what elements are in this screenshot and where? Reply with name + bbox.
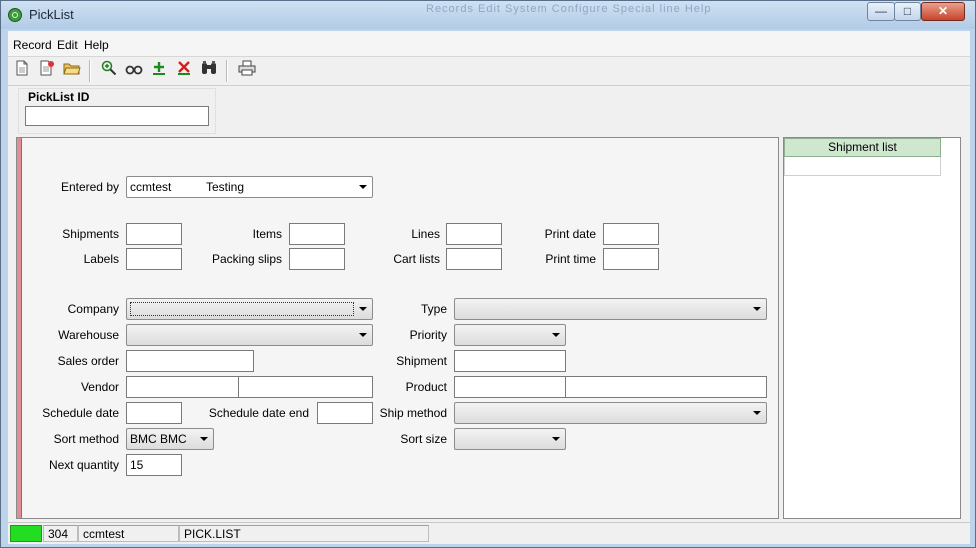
minimize-button[interactable]: — <box>867 2 895 21</box>
background-window-text: Records Edit System Configure Special li… <box>426 3 712 15</box>
picklist-id-label: PickList ID <box>26 90 92 104</box>
open-folder-icon[interactable] <box>61 60 83 82</box>
labels-label: Labels <box>83 252 119 266</box>
record-status-bar <box>17 138 22 518</box>
print-icon[interactable] <box>236 60 258 82</box>
sort-size-label: Sort size <box>400 432 447 446</box>
shipment-list-panel: Shipment list <box>783 137 961 519</box>
menu-bar: Record Edit Help <box>8 31 970 57</box>
entered-by-label: Entered by <box>60 180 119 194</box>
vendor-label: Vendor <box>80 380 119 394</box>
picklist-id-group: PickList ID <box>18 88 216 134</box>
items-field[interactable] <box>289 223 345 245</box>
type-select[interactable] <box>454 298 767 320</box>
add-plus-icon[interactable] <box>148 60 170 82</box>
zoom-in-icon[interactable] <box>98 60 120 82</box>
items-label: Items <box>252 227 282 241</box>
packing-slips-field[interactable] <box>289 248 345 270</box>
print-time-label: Print time <box>545 252 596 266</box>
status-indicator <box>10 525 42 542</box>
cart-lists-label: Cart lists <box>393 252 440 266</box>
entered-by-name: Testing <box>206 180 245 194</box>
product-field[interactable] <box>454 376 767 398</box>
ship-method-select[interactable] <box>454 402 767 424</box>
print-time-field[interactable] <box>603 248 659 270</box>
priority-label: Priority <box>409 328 447 342</box>
maximize-button[interactable]: □ <box>894 2 921 21</box>
product-label: Product <box>405 380 447 394</box>
vendor-field[interactable] <box>126 376 373 398</box>
client-area: Record Edit Help PickList ID Entered by … <box>8 31 970 544</box>
new-copy-icon[interactable] <box>36 60 58 82</box>
print-date-label: Print date <box>544 227 596 241</box>
focus-rectangle <box>130 302 354 316</box>
menu-edit[interactable]: Edit <box>57 38 78 52</box>
picklist-form-panel: Entered by ccmtest Testing Shipments Ite… <box>16 137 779 519</box>
toolbar <box>8 57 970 86</box>
type-label: Type <box>420 302 447 316</box>
field-divider <box>238 377 239 397</box>
shipment-list-row[interactable] <box>784 157 941 176</box>
schedule-date-field[interactable] <box>126 402 182 424</box>
window-title: PickList <box>29 7 74 22</box>
ship-method-label: Ship method <box>379 406 447 420</box>
lines-field[interactable] <box>446 223 502 245</box>
sales-order-label: Sales order <box>57 354 119 368</box>
cart-lists-field[interactable] <box>446 248 502 270</box>
next-quantity-field[interactable]: 15 <box>126 454 182 476</box>
find-binoculars-icon[interactable] <box>198 60 220 82</box>
picklist-id-input[interactable] <box>25 106 209 126</box>
chevron-down-icon <box>552 333 560 337</box>
chevron-down-icon <box>552 437 560 441</box>
view-glasses-icon[interactable] <box>123 60 145 82</box>
title-bar[interactable]: PickList Records Edit System Configure S… <box>1 1 975 29</box>
status-user: ccmtest <box>78 525 179 542</box>
entered-by-value: ccmtest <box>130 180 172 194</box>
chevron-down-icon <box>359 333 367 337</box>
status-program: PICK.LIST <box>179 525 429 542</box>
field-divider <box>565 377 566 397</box>
sort-method-value: BMC BMC <box>130 432 187 446</box>
shipment-list-header[interactable]: Shipment list <box>784 138 941 157</box>
company-select[interactable] <box>126 298 373 320</box>
sort-size-select[interactable] <box>454 428 566 450</box>
shipment-field[interactable] <box>454 350 566 372</box>
next-quantity-label: Next quantity <box>48 458 119 472</box>
shipments-label: Shipments <box>62 227 119 241</box>
chevron-down-icon <box>200 437 208 441</box>
warehouse-select[interactable] <box>126 324 373 346</box>
chevron-down-icon <box>359 185 367 189</box>
packing-slips-label: Packing slips <box>211 252 282 266</box>
chevron-down-icon <box>753 411 761 415</box>
picklist-window: PickList Records Edit System Configure S… <box>0 0 976 548</box>
delete-x-icon[interactable] <box>173 60 195 82</box>
sort-method-label: Sort method <box>53 432 119 446</box>
close-button[interactable]: ✕ <box>921 2 965 21</box>
status-count: 304 <box>43 525 78 542</box>
entered-by-select[interactable]: ccmtest Testing <box>126 176 373 198</box>
new-document-icon[interactable] <box>11 60 33 82</box>
sales-order-field[interactable] <box>126 350 254 372</box>
app-icon <box>8 8 22 22</box>
schedule-date-end-label: Schedule date end <box>208 406 309 420</box>
toolbar-separator <box>89 60 91 82</box>
shipments-field[interactable] <box>126 223 182 245</box>
lines-label: Lines <box>411 227 440 241</box>
chevron-down-icon <box>753 307 761 311</box>
menu-help[interactable]: Help <box>84 38 109 52</box>
chevron-down-icon <box>359 307 367 311</box>
toolbar-separator <box>226 60 228 82</box>
company-label: Company <box>67 302 119 316</box>
shipment-label: Shipment <box>396 354 447 368</box>
warehouse-label: Warehouse <box>58 328 119 342</box>
menu-record[interactable]: Record <box>13 38 52 52</box>
schedule-date-label: Schedule date <box>42 406 119 420</box>
print-date-field[interactable] <box>603 223 659 245</box>
labels-field[interactable] <box>126 248 182 270</box>
status-bar: 304 ccmtest PICK.LIST <box>8 522 970 544</box>
priority-select[interactable] <box>454 324 566 346</box>
schedule-date-end-field[interactable] <box>317 402 373 424</box>
sort-method-select[interactable]: BMC BMC <box>126 428 214 450</box>
